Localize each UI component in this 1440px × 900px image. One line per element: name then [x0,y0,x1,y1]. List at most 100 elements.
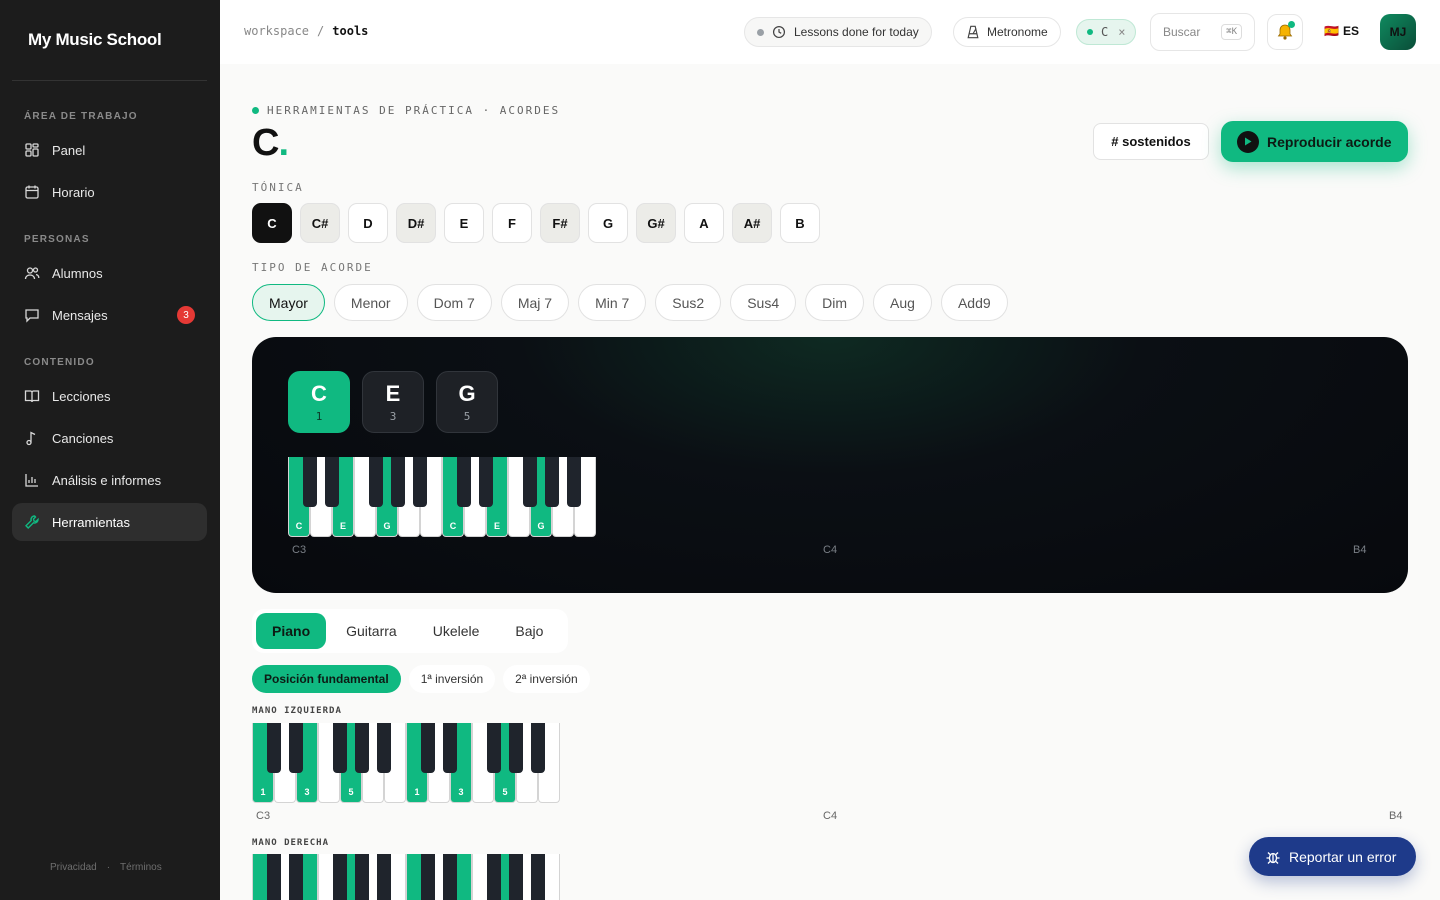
root-note-button[interactable]: F# [540,203,580,243]
piano-black-key[interactable] [487,854,501,900]
chord-note-card[interactable]: E3 [362,371,424,433]
piano-black-key[interactable] [289,854,303,900]
piano-black-key[interactable] [567,457,581,507]
piano-black-key[interactable] [355,854,369,900]
brand-name[interactable]: My Music School [28,30,162,50]
root-note-button[interactable]: C# [300,203,340,243]
sidebar-item-canciones[interactable]: Canciones [12,419,207,457]
key-filter-chip[interactable]: C × [1076,19,1137,45]
instrument-tab[interactable]: Bajo [499,613,559,649]
sidebar-item-panel[interactable]: Panel [12,131,207,169]
chord-type-button[interactable]: Sus2 [655,284,722,321]
piano-black-key[interactable] [333,854,347,900]
piano-black-key[interactable] [369,457,383,507]
notifications-button[interactable] [1267,14,1303,50]
piano-key-label: G [537,521,545,531]
lessons-status-pill[interactable]: Lessons done for today [744,17,932,47]
status-dot [757,28,764,36]
sidebar-item-alumnos[interactable]: Alumnos [12,254,207,292]
search-input[interactable]: Buscar ⌘K [1150,13,1255,51]
piano-black-key[interactable] [531,854,545,900]
play-chord-button[interactable]: Reproducir acorde [1221,121,1408,162]
root-note-button[interactable]: A [684,203,724,243]
panel-keyboard[interactable]: CEGCEG [288,457,596,537]
chord-type-button[interactable]: Sus4 [730,284,797,321]
chord-note-name: C [311,380,327,406]
search-placeholder: Buscar [1163,25,1201,39]
metronome-button[interactable]: Metronome [953,17,1061,47]
chord-type-button[interactable]: Dim [805,284,865,321]
sidebar-item-herramientas[interactable]: Herramientas [12,503,207,541]
chord-type-button[interactable]: Menor [333,284,408,321]
inversion-button[interactable]: Posición fundamental [252,665,401,693]
instrument-tab[interactable]: Guitarra [330,613,413,649]
left-hand-keyboard[interactable]: 1 3 5 1 3 5 [252,723,560,803]
piano-black-key[interactable] [531,723,545,773]
piano-black-key[interactable] [267,723,281,773]
instrument-tab[interactable]: Ukelele [417,613,496,649]
right-hand-keyboard[interactable]: 135135 [252,854,560,900]
piano-black-key[interactable] [391,457,405,507]
inversion-button[interactable]: 2ª inversión [503,665,590,693]
piano-black-key[interactable] [457,457,471,507]
calendar-icon [25,185,39,199]
root-note-button[interactable]: A# [732,203,772,243]
piano-black-key[interactable] [413,457,427,507]
chip-close-icon[interactable]: × [1118,25,1125,39]
piano-black-key[interactable] [333,723,347,773]
chord-type-button[interactable]: Add9 [940,284,1008,321]
piano-black-key[interactable] [325,457,339,507]
instrument-tab[interactable]: Piano [256,613,327,649]
privacy-link[interactable]: Privacidad [50,862,97,873]
sharps-toggle-button[interactable]: # sostenidos [1093,123,1209,160]
root-note-button[interactable]: C [252,203,292,243]
chord-type-button[interactable]: Dom 7 [416,284,492,321]
sidebar-item-mensajes[interactable]: Mensajes 3 [12,296,207,334]
piano-black-key[interactable] [377,723,391,773]
piano-black-key[interactable] [289,723,303,773]
right-hand-label: MANO DERECHA [252,838,330,848]
chord-type-button[interactable]: Maj 7 [500,284,570,321]
sidebar-divider [12,80,207,81]
terms-link[interactable]: Términos [120,862,162,873]
chord-type-button[interactable]: Mayor [252,284,325,321]
chord-type-button[interactable]: Aug [873,284,932,321]
chord-note-card[interactable]: C1 [288,371,350,433]
key-chip-label: C [1101,25,1109,39]
piano-black-key[interactable] [509,854,523,900]
piano-black-key[interactable] [509,723,523,773]
piano-black-key[interactable] [377,854,391,900]
root-note-button[interactable]: D# [396,203,436,243]
lh-octave-end: B4 [1389,810,1403,822]
report-bug-button[interactable]: Reportar un error [1249,837,1416,876]
clock-icon [772,25,786,39]
piano-black-key[interactable] [303,457,317,507]
piano-black-key[interactable] [267,854,281,900]
sidebar-item-lecciones[interactable]: Lecciones [12,377,207,415]
inversion-button[interactable]: 1ª inversión [408,665,496,693]
language-selector[interactable]: 🇪🇸 ES [1324,24,1359,38]
chord-type-label: TIPO DE ACORDE [252,261,373,274]
piano-black-key[interactable] [523,457,537,507]
piano-black-key[interactable] [443,854,457,900]
root-note-button[interactable]: G [588,203,628,243]
chord-type-button[interactable]: Min 7 [578,284,647,321]
piano-black-key[interactable] [487,723,501,773]
piano-black-key[interactable] [443,723,457,773]
root-note-button[interactable]: E [444,203,484,243]
avatar[interactable]: MJ [1380,14,1416,50]
piano-black-key[interactable] [421,723,435,773]
sidebar-item-analisis[interactable]: Análisis e informes [12,461,207,499]
piano-black-key[interactable] [421,854,435,900]
sidebar-item-horario[interactable]: Horario [12,173,207,211]
root-note-button[interactable]: D [348,203,388,243]
chord-note-card[interactable]: G5 [436,371,498,433]
root-note-button[interactable]: G# [636,203,676,243]
root-note-button[interactable]: B [780,203,820,243]
breadcrumb-root[interactable]: workspace [244,24,309,38]
root-note-button[interactable]: F [492,203,532,243]
chord-note-degree: 3 [389,409,397,423]
piano-black-key[interactable] [479,457,493,507]
piano-black-key[interactable] [355,723,369,773]
piano-black-key[interactable] [545,457,559,507]
